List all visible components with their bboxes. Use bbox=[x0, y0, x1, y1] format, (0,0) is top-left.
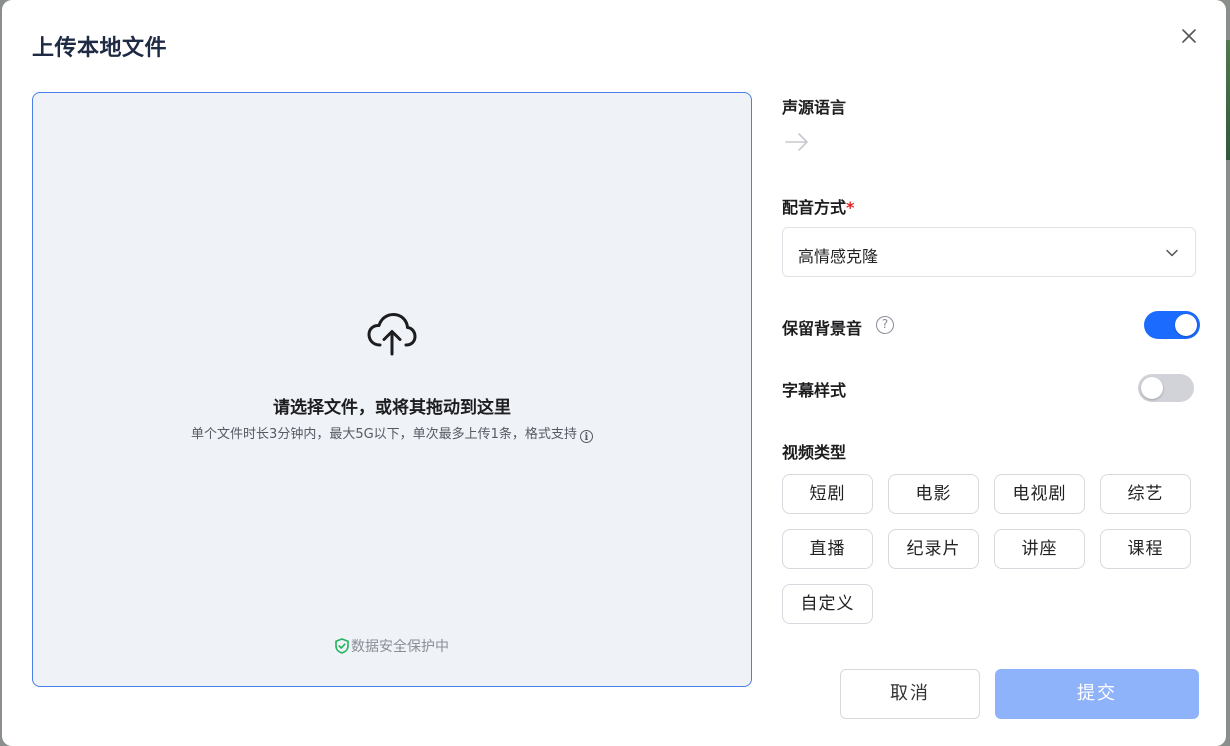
video-type-chip[interactable]: 自定义 bbox=[782, 584, 873, 624]
toggle-knob bbox=[1141, 377, 1163, 399]
toggle-knob bbox=[1175, 314, 1197, 336]
upload-hint-text: 单个文件时长3分钟内，最大5G以下，单次最多上传1条，格式支持 bbox=[191, 427, 577, 442]
upload-hint: 单个文件时长3分钟内，最大5G以下，单次最多上传1条，格式支持 i bbox=[33, 423, 751, 443]
subtitle-style-label: 字幕样式 bbox=[782, 381, 847, 400]
video-type-chip[interactable]: 电视剧 bbox=[994, 474, 1085, 514]
source-language-label: 声源语言 bbox=[782, 98, 847, 117]
upload-title: 请选择文件，或将其拖动到这里 bbox=[273, 398, 511, 418]
chevron-down-icon bbox=[1166, 249, 1178, 257]
dubbing-method-value: 高情感克隆 bbox=[798, 247, 879, 266]
dubbing-method-label: 配音方式* bbox=[782, 194, 854, 218]
keep-bgm-toggle[interactable] bbox=[1144, 311, 1200, 339]
question-circle-icon[interactable]: ? bbox=[876, 316, 894, 334]
submit-button[interactable]: 提交 bbox=[995, 669, 1199, 719]
info-icon[interactable]: i bbox=[579, 430, 593, 443]
dubbing-method-select[interactable]: 高情感克隆 bbox=[782, 227, 1196, 277]
subtitle-style-toggle[interactable] bbox=[1138, 374, 1194, 402]
keep-bgm-label: 保留背景音 bbox=[782, 319, 863, 338]
dialog-title: 上传本地文件 bbox=[32, 36, 168, 61]
video-type-chip[interactable]: 综艺 bbox=[1100, 474, 1191, 514]
video-type-chip[interactable]: 课程 bbox=[1100, 529, 1191, 569]
dubbing-method-label-text: 配音方式 bbox=[782, 198, 847, 217]
cancel-button[interactable]: 取消 bbox=[840, 669, 980, 719]
video-type-chip[interactable]: 短剧 bbox=[782, 474, 873, 514]
security-note: 数据安全保护中 bbox=[33, 636, 751, 656]
video-type-label: 视频类型 bbox=[782, 443, 847, 462]
settings-panel: 声源语言 配音方式* 高情感克隆 保留背景音 ? 字幕样式 视频类型 短剧 电影电… bbox=[782, 0, 1202, 746]
file-drop-zone[interactable]: 请选择文件，或将其拖动到这里 单个文件时长3分钟内，最大5G以下，单次最多上传1… bbox=[32, 92, 752, 687]
upload-dialog: 上传本地文件 请选择文件，或将其拖动到这里 单个文件时长3分钟内，最大5G以下，… bbox=[2, 0, 1226, 746]
video-type-chip[interactable]: 直播 bbox=[782, 529, 873, 569]
video-type-chip[interactable]: 讲座 bbox=[994, 529, 1085, 569]
video-type-chip[interactable]: 纪录片 bbox=[888, 529, 979, 569]
shield-check-icon bbox=[335, 638, 349, 654]
required-mark: * bbox=[846, 198, 855, 217]
security-note-text: 数据安全保护中 bbox=[351, 639, 449, 655]
video-type-chip[interactable]: 电影 bbox=[888, 474, 979, 514]
arrow-right-icon[interactable] bbox=[784, 130, 810, 154]
cloud-upload-icon bbox=[367, 313, 417, 356]
